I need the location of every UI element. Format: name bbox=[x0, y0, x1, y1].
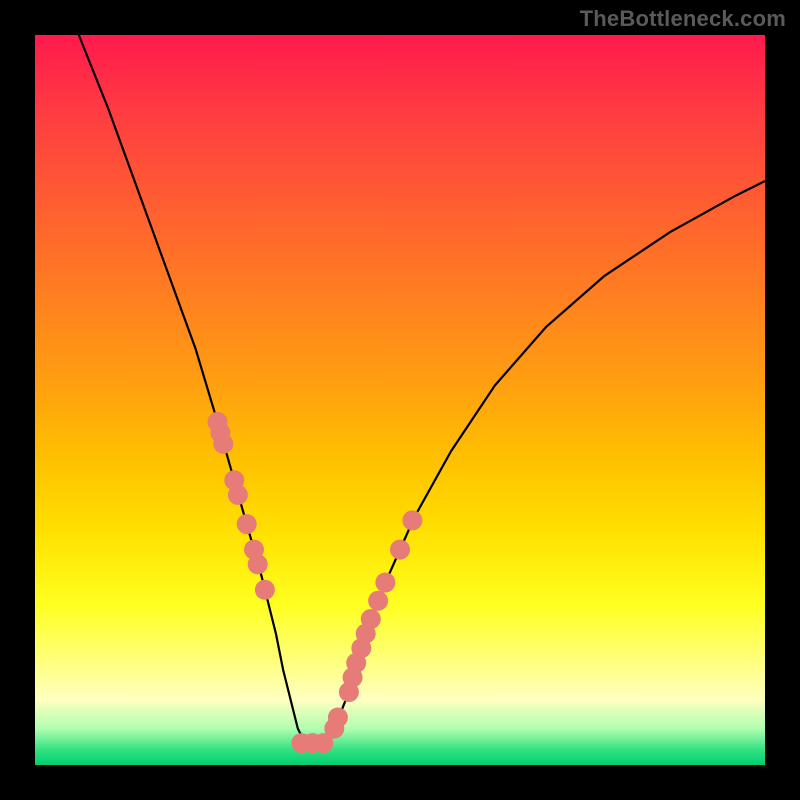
data-dot bbox=[237, 514, 257, 534]
data-dot bbox=[248, 554, 268, 574]
data-dot bbox=[375, 573, 395, 593]
data-dot bbox=[255, 580, 275, 600]
data-dot bbox=[402, 510, 422, 530]
data-dot bbox=[228, 485, 248, 505]
bottleneck-curve bbox=[79, 35, 765, 743]
data-dots-right bbox=[339, 510, 423, 702]
data-dot bbox=[368, 591, 388, 611]
chart-frame: TheBottleneck.com bbox=[0, 0, 800, 800]
chart-svg bbox=[35, 35, 765, 765]
data-dot bbox=[213, 434, 233, 454]
watermark-text: TheBottleneck.com bbox=[580, 6, 786, 32]
data-dot bbox=[328, 708, 348, 728]
data-dot bbox=[361, 609, 381, 629]
data-dot bbox=[390, 540, 410, 560]
plot-area bbox=[35, 35, 765, 765]
